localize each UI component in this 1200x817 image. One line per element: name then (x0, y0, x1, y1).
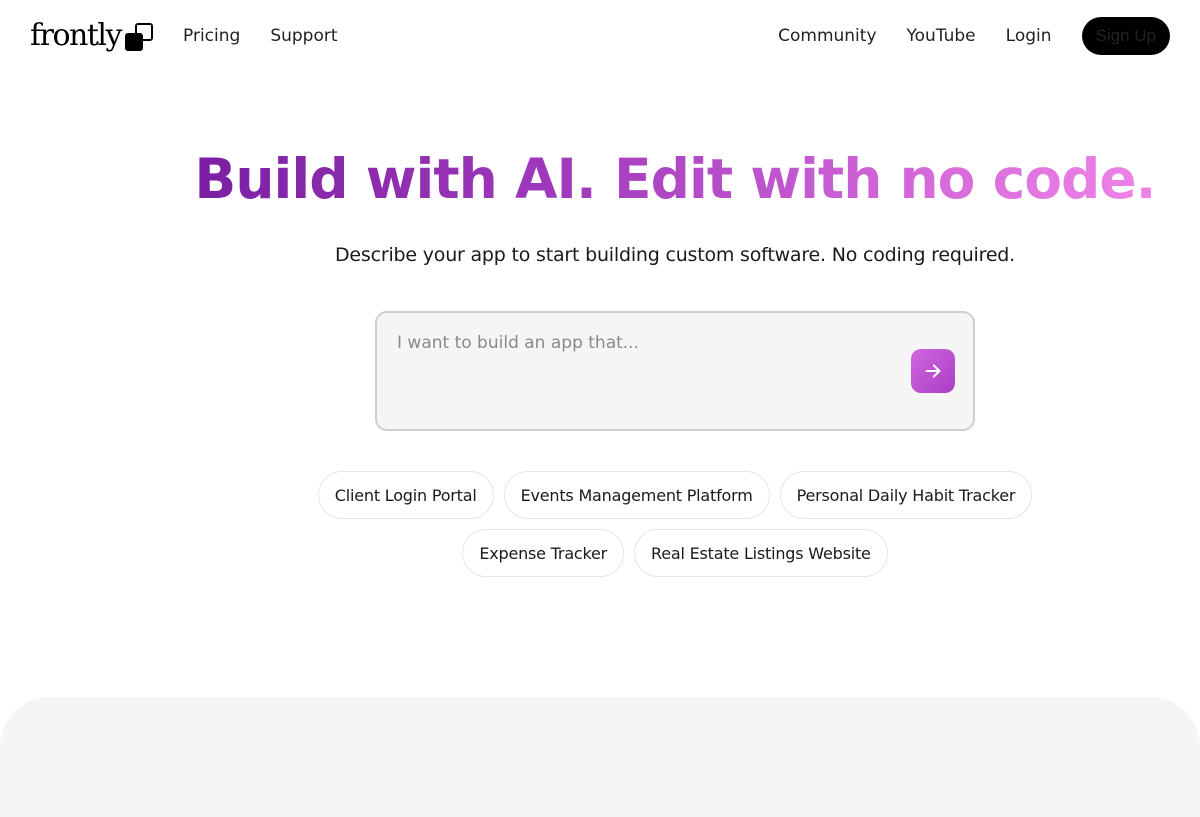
logo-text: frontly (30, 18, 122, 53)
hero-headline-text: Build with AI. Edit with no code. (194, 147, 1156, 211)
suggestion-chips: Client Login Portal Events Management Pl… (0, 471, 1200, 577)
nav-link-youtube[interactable]: YouTube (907, 25, 976, 47)
arrow-right-icon (925, 364, 941, 378)
app-description-input[interactable] (397, 333, 897, 413)
nav-link-login[interactable]: Login (1006, 25, 1052, 47)
bottom-section-panel (0, 697, 1200, 817)
submit-prompt-button[interactable] (911, 349, 955, 393)
hero-subheadline: Describe your app to start building cust… (334, 244, 1016, 266)
suggestion-row-2: Expense Tracker Real Estate Listings Web… (462, 529, 888, 577)
signup-button[interactable]: Sign Up (1081, 17, 1170, 55)
suggestion-personal-daily-habit-tracker[interactable]: Personal Daily Habit Tracker (779, 471, 1033, 519)
prompt-box (375, 311, 975, 431)
nav-link-support[interactable]: Support (270, 25, 337, 47)
nav-left-links: Pricing Support (183, 25, 338, 47)
frontly-logo[interactable]: frontly (30, 18, 153, 54)
nav-link-community[interactable]: Community (778, 25, 876, 47)
suggestion-expense-tracker[interactable]: Expense Tracker (462, 529, 625, 577)
suggestion-events-management-platform[interactable]: Events Management Platform (503, 471, 770, 519)
nav-right-links: Community YouTube Login Sign Up (778, 17, 1170, 55)
hero-headline: Build with AI. Edit with no code. (0, 143, 1200, 215)
top-navigation: frontly Pricing Support Community YouTub… (0, 0, 1200, 72)
suggestion-real-estate-listings-website[interactable]: Real Estate Listings Website (634, 529, 888, 577)
logo-squares-icon (124, 23, 153, 51)
nav-link-pricing[interactable]: Pricing (183, 25, 240, 47)
suggestion-row-1: Client Login Portal Events Management Pl… (317, 471, 1033, 519)
suggestion-client-login-portal[interactable]: Client Login Portal (317, 471, 494, 519)
